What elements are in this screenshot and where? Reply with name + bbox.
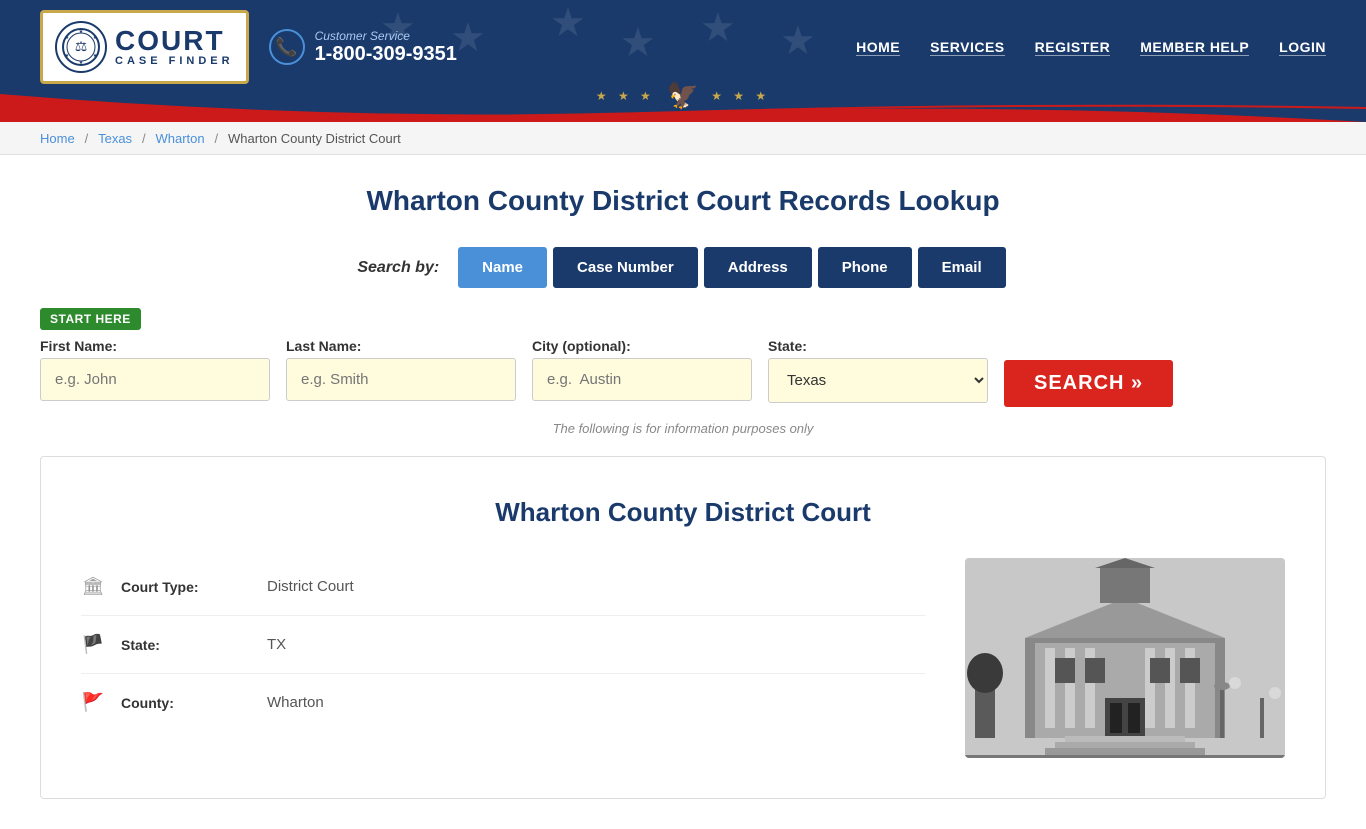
- customer-service: 📞 Customer Service 1-800-309-9351: [269, 29, 457, 66]
- nav-services[interactable]: SERVICES: [930, 39, 1005, 56]
- court-card: Wharton County District Court 🏛 Court Ty…: [40, 456, 1326, 799]
- city-input[interactable]: [532, 358, 752, 401]
- search-by-label: Search by:: [357, 259, 439, 277]
- first-name-group: First Name:: [40, 338, 270, 401]
- start-here-badge: START HERE: [40, 308, 141, 330]
- state-label: State:: [768, 338, 988, 354]
- logo-court-label: COURT: [115, 27, 234, 55]
- header-left: ★ ★ ★ ★ ★ ★ ⚖ COURT CASE FINDER 📞 Custom…: [40, 10, 457, 84]
- last-name-label: Last Name:: [286, 338, 516, 354]
- info-note: The following is for information purpose…: [40, 421, 1326, 436]
- breadcrumb-bar: Home / Texas / Wharton / Wharton County …: [0, 122, 1366, 155]
- county-icon: 🚩: [81, 692, 105, 713]
- form-row: First Name: Last Name: City (optional): …: [40, 338, 1326, 407]
- logo-text: COURT CASE FINDER: [115, 27, 234, 67]
- eagle-center: ★ ★ ★ 🦅 ★ ★ ★: [596, 80, 770, 111]
- form-section: START HERE First Name: Last Name: City (…: [40, 308, 1326, 407]
- svg-text:★: ★: [65, 35, 70, 41]
- cs-number: 1-800-309-9351: [315, 43, 457, 66]
- tab-name[interactable]: Name: [458, 247, 547, 288]
- nav-home[interactable]: HOME: [856, 39, 900, 56]
- nav-member-help[interactable]: MEMBER HELP: [1140, 39, 1249, 56]
- svg-text:★: ★: [79, 60, 84, 66]
- first-name-label: First Name:: [40, 338, 270, 354]
- svg-text:★: ★: [65, 53, 70, 59]
- state-row: 🏴 State: TX: [81, 616, 925, 674]
- court-type-value: District Court: [267, 578, 354, 595]
- breadcrumb-texas[interactable]: Texas: [98, 131, 132, 146]
- eagle-icon: 🦅: [667, 80, 699, 111]
- last-name-input[interactable]: [286, 358, 516, 401]
- bg-star: ★: [700, 5, 736, 51]
- page-title: Wharton County District Court Records Lo…: [40, 185, 1326, 217]
- main-nav: HOME SERVICES REGISTER MEMBER HELP LOGIN: [856, 39, 1326, 56]
- wave-eagle-bar: ★ ★ ★ 🦅 ★ ★ ★: [0, 94, 1366, 122]
- court-type-icon: 🏛: [81, 576, 105, 597]
- nav-login[interactable]: LOGIN: [1279, 39, 1326, 56]
- svg-text:⚖: ⚖: [75, 38, 88, 54]
- court-type-row: 🏛 Court Type: District Court: [81, 558, 925, 616]
- court-info-table: 🏛 Court Type: District Court 🏴 State: TX…: [81, 558, 925, 758]
- breadcrumb-sep-1: /: [85, 131, 89, 146]
- cs-label: Customer Service: [315, 29, 457, 43]
- eagle-stars-left: ★ ★ ★: [596, 89, 655, 103]
- logo-case-finder-label: CASE FINDER: [115, 55, 234, 67]
- search-button[interactable]: SEARCH »: [1004, 360, 1173, 407]
- nav-register[interactable]: REGISTER: [1035, 39, 1111, 56]
- state-select[interactable]: Texas Alabama Alaska Arizona California: [768, 358, 988, 403]
- county-row: 🚩 County: Wharton: [81, 674, 925, 731]
- svg-text:★: ★: [93, 35, 98, 41]
- tab-phone[interactable]: Phone: [818, 247, 912, 288]
- cs-text: Customer Service 1-800-309-9351: [315, 29, 457, 66]
- tab-email[interactable]: Email: [918, 247, 1006, 288]
- county-label: County:: [121, 695, 251, 711]
- breadcrumb-sep-3: /: [215, 131, 219, 146]
- breadcrumb-sep-2: /: [142, 131, 146, 146]
- search-section: Search by: Name Case Number Address Phon…: [40, 247, 1326, 288]
- city-label: City (optional):: [532, 338, 752, 354]
- search-by-row: Search by: Name Case Number Address Phon…: [40, 247, 1326, 288]
- state-group: State: Texas Alabama Alaska Arizona Cali…: [768, 338, 988, 403]
- state-info-label: State:: [121, 637, 251, 653]
- eagle-stars-right: ★ ★ ★: [711, 89, 770, 103]
- site-logo[interactable]: ★ ★ ★ ★ ★ ★ ⚖ COURT CASE FINDER: [40, 10, 249, 84]
- state-info-value: TX: [267, 636, 286, 653]
- bg-star: ★: [780, 18, 816, 64]
- bg-star: ★: [620, 20, 656, 66]
- svg-text:★: ★: [93, 53, 98, 59]
- court-image-box: [965, 558, 1285, 758]
- city-group: City (optional):: [532, 338, 752, 401]
- court-type-label: Court Type:: [121, 579, 251, 595]
- svg-text:★: ★: [79, 29, 84, 35]
- phone-icon: 📞: [269, 29, 305, 65]
- logo-emblem: ★ ★ ★ ★ ★ ★ ⚖: [55, 21, 107, 73]
- first-name-input[interactable]: [40, 358, 270, 401]
- county-value: Wharton: [267, 694, 324, 711]
- court-card-title: Wharton County District Court: [81, 497, 1285, 528]
- state-icon: 🏴: [81, 634, 105, 655]
- tab-case-number[interactable]: Case Number: [553, 247, 698, 288]
- bg-star: ★: [550, 0, 586, 46]
- last-name-group: Last Name:: [286, 338, 516, 401]
- breadcrumb-wharton[interactable]: Wharton: [155, 131, 204, 146]
- breadcrumb-home[interactable]: Home: [40, 131, 75, 146]
- tab-address[interactable]: Address: [704, 247, 812, 288]
- court-card-body: 🏛 Court Type: District Court 🏴 State: TX…: [81, 558, 1285, 758]
- main-content: Wharton County District Court Records Lo…: [0, 155, 1366, 829]
- breadcrumb-current: Wharton County District Court: [228, 131, 401, 146]
